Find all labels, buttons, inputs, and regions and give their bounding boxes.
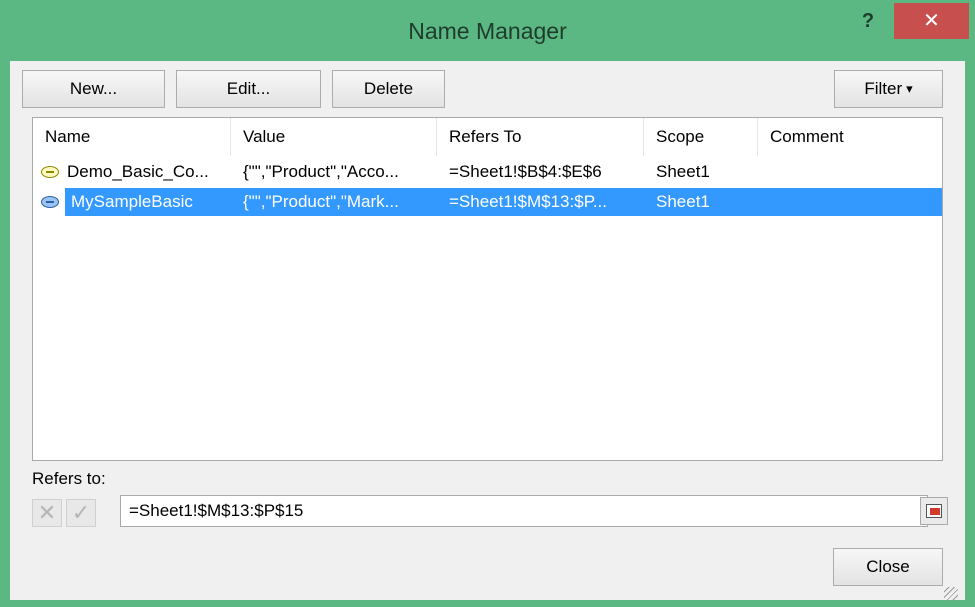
cancel-edit-icon[interactable]: ✕ <box>32 499 62 527</box>
window-close-button[interactable]: ✕ <box>894 3 969 39</box>
title-bar[interactable]: Name Manager ? ✕ <box>0 0 975 68</box>
name-manager-window: Name Manager ? ✕ New... Edit... Delete F… <box>0 0 975 607</box>
new-button-label: New... <box>69 79 118 98</box>
help-button[interactable]: ? <box>848 6 888 36</box>
column-header-name[interactable]: Name <box>33 118 231 156</box>
row-name: MySampleBasic <box>71 192 193 211</box>
row-refers-to: =Sheet1!$M$13:$P... <box>449 192 608 211</box>
table-row[interactable]: Demo_Basic_Co... {"","Product","Acco... … <box>33 158 942 186</box>
delete-button[interactable]: Delete <box>332 70 445 108</box>
chevron-down-icon: ▾ <box>906 81 913 96</box>
delete-button-label: Delete <box>363 79 414 98</box>
row-name: Demo_Basic_Co... <box>67 162 209 181</box>
column-header-value[interactable]: Value <box>231 118 437 156</box>
row-value: {"","Product","Mark... <box>243 192 399 211</box>
dialog-body: New... Edit... Delete Filter ▾ Name Valu… <box>10 61 965 600</box>
row-value: {"","Product","Acco... <box>243 162 399 181</box>
confirm-edit-icon[interactable]: ✓ <box>66 499 96 527</box>
row-scope: Sheet1 <box>656 192 710 211</box>
close-button-label: Close <box>866 557 910 576</box>
row-scope: Sheet1 <box>656 162 710 181</box>
edit-button-label: Edit... <box>226 79 271 98</box>
column-header-refers-to[interactable]: Refers To <box>437 118 644 156</box>
named-range-icon <box>41 166 59 178</box>
dialog-title: Name Manager <box>408 18 567 44</box>
list-header: Name Value Refers To Scope Comment <box>33 118 942 156</box>
refers-to-label: Refers to: <box>32 469 106 488</box>
row-comment <box>770 188 940 216</box>
filter-button[interactable]: Filter ▾ <box>834 70 943 108</box>
new-button[interactable]: New... <box>22 70 165 108</box>
table-row-selected[interactable]: MySampleBasic {"","Product","Mark... =Sh… <box>33 188 942 216</box>
row-refers-to: =Sheet1!$B$4:$E$6 <box>449 162 602 181</box>
filter-button-label: Filter <box>864 79 903 98</box>
named-range-icon <box>41 196 59 208</box>
column-header-comment[interactable]: Comment <box>758 118 942 156</box>
column-header-scope[interactable]: Scope <box>644 118 758 156</box>
row-comment <box>770 158 940 186</box>
collapse-dialog-icon[interactable] <box>920 497 948 525</box>
close-button[interactable]: Close <box>833 548 943 586</box>
range-select-marker <box>930 508 940 515</box>
resize-grip[interactable] <box>944 587 958 601</box>
refers-to-field[interactable]: =Sheet1!$M$13:$P$15 <box>120 495 928 527</box>
edit-button[interactable]: Edit... <box>176 70 321 108</box>
names-list[interactable]: Name Value Refers To Scope Comment Demo_… <box>32 117 943 461</box>
